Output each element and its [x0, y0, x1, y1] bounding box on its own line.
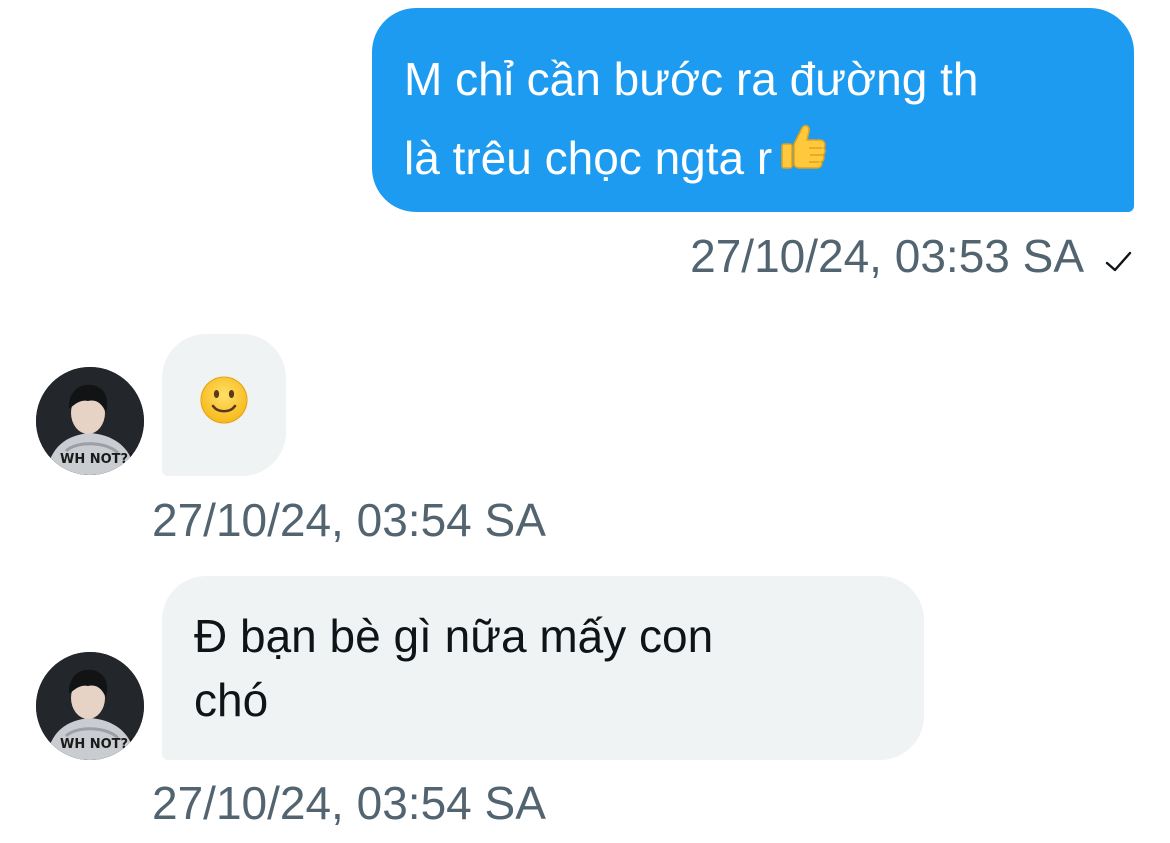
dm-conversation: M chỉ cần bước ra đường th là trêu chọc …	[0, 0, 1170, 843]
message-text-line: chó	[194, 674, 269, 726]
message-text: là trêu chọc ngta r	[404, 132, 773, 184]
message-meta: 27/10/24, 03:53 SA	[690, 226, 1134, 286]
incoming-message-bubble[interactable]	[162, 334, 286, 476]
message-timestamp: 27/10/24, 03:54 SA	[152, 777, 546, 829]
message-text-line: là trêu chọc ngta r	[404, 119, 1094, 198]
thumbs-up-icon	[778, 117, 830, 196]
avatar[interactable]: WH NOT?!	[36, 367, 144, 475]
incoming-message-bubble[interactable]: Đ bạn bè gì nữa mấy con chó	[162, 576, 924, 760]
message-timestamp: 27/10/24, 03:54 SA	[152, 494, 546, 546]
message-text-line: M chỉ cần bước ra đường th	[404, 53, 979, 105]
checkmark-icon	[1104, 232, 1134, 286]
svg-text:WH NOT?!: WH NOT?!	[60, 452, 134, 467]
message-timestamp: 27/10/24, 03:53 SA	[690, 230, 1084, 282]
outgoing-message-bubble[interactable]: M chỉ cần bước ra đường th là trêu chọc …	[372, 8, 1134, 212]
avatar[interactable]: WH NOT?!	[36, 652, 144, 760]
svg-text:WH NOT?!: WH NOT?!	[60, 737, 134, 752]
message-text-line: Đ bạn bè gì nữa mấy con	[194, 610, 714, 662]
slightly-smiling-face-icon	[199, 375, 249, 436]
